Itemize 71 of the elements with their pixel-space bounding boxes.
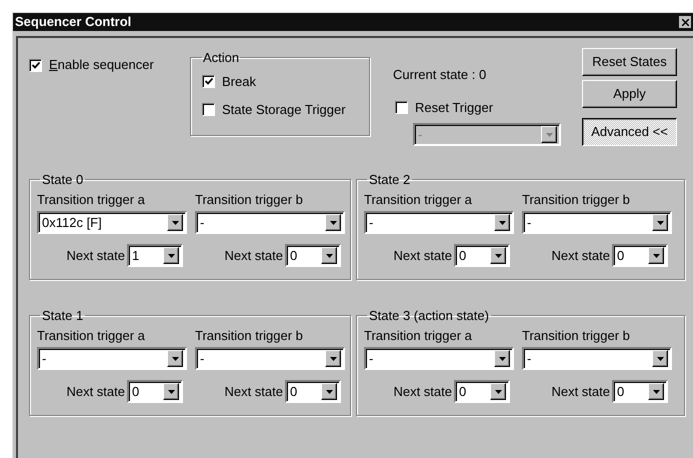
checkmark-icon	[32, 62, 40, 68]
dropdown[interactable]: -	[364, 211, 514, 234]
dropdown[interactable]: -	[195, 347, 345, 370]
dropdown[interactable]: -	[37, 347, 187, 370]
checkbox-label: Enable sequencer	[49, 56, 154, 74]
caret-icon	[167, 350, 183, 367]
checkbox[interactable]	[395, 100, 408, 114]
close-button[interactable]	[679, 16, 691, 28]
dropdown[interactable]: 0	[285, 380, 341, 403]
dropdown[interactable]: 0	[612, 244, 668, 267]
field-label: Transition trigger a	[364, 326, 473, 345]
field-label: Transition trigger a	[364, 190, 473, 209]
field-label: Transition trigger b	[195, 190, 304, 209]
caret-icon	[494, 214, 510, 231]
dropdown[interactable]: 0	[612, 380, 668, 403]
group-title: Action	[202, 49, 240, 67]
dialog-button[interactable]: Advanced <<	[582, 118, 677, 146]
close-icon	[682, 18, 688, 26]
checkbox[interactable]	[202, 74, 215, 88]
window-title: Sequencer Control	[15, 13, 132, 32]
checkbox[interactable]	[202, 103, 215, 116]
caret-icon	[494, 350, 510, 367]
dropdown[interactable]: 1	[127, 244, 183, 267]
dropdown[interactable]: 0	[454, 380, 510, 403]
field-label: Next state	[551, 382, 610, 401]
field-label: Next state	[393, 382, 452, 401]
caret-icon	[490, 247, 506, 264]
field-label: Transition trigger b	[195, 326, 304, 345]
checkbox-label: State Storage Trigger	[222, 101, 346, 119]
dropdown[interactable]: 0	[454, 244, 510, 267]
dropdown[interactable]: -	[195, 211, 345, 234]
caret-icon	[541, 126, 557, 143]
caret-icon	[163, 247, 179, 264]
caret-icon	[648, 247, 664, 264]
checkbox-label: Break	[222, 72, 256, 90]
field-label: Next state	[551, 246, 610, 265]
dialog-button[interactable]: Apply	[582, 80, 677, 108]
dialog-button[interactable]: Reset States	[582, 48, 677, 76]
checkbox[interactable]	[29, 58, 42, 72]
group-title: State 0	[41, 171, 84, 189]
field-label: Transition trigger a	[37, 190, 146, 209]
caret-icon	[652, 350, 668, 367]
caret-icon	[652, 214, 668, 231]
caret-icon	[167, 214, 183, 231]
group-title: State 1	[41, 307, 84, 325]
group-title: State 2	[368, 171, 412, 189]
field-label: Next state	[66, 246, 125, 265]
dropdown[interactable]: 0	[127, 380, 183, 403]
checkmark-icon	[204, 78, 212, 85]
dropdown[interactable]: 0x112c [F]	[37, 211, 187, 234]
field-label: Next state	[66, 382, 125, 401]
caret-icon	[648, 383, 664, 400]
caret-icon	[321, 247, 337, 264]
field-label: Next state	[224, 382, 283, 401]
caret-icon	[325, 214, 341, 231]
field-label: Transition trigger b	[522, 190, 631, 209]
field-label: Next state	[224, 246, 283, 265]
field-label: Transition trigger b	[522, 326, 631, 345]
caret-icon	[325, 350, 341, 367]
current-state-text: Current state : 0	[393, 66, 488, 84]
dropdown[interactable]: -	[522, 211, 672, 234]
checkbox-label: Reset Trigger	[415, 98, 494, 117]
dropdown[interactable]: -	[522, 347, 672, 370]
caret-icon	[321, 383, 337, 400]
group-title: State 3 (action state)	[368, 307, 490, 325]
dropdown[interactable]: -	[364, 347, 514, 370]
field-label: Transition trigger a	[37, 326, 146, 345]
dropdown[interactable]: 0	[285, 244, 341, 267]
caret-icon	[490, 383, 506, 400]
field-label: Next state	[393, 246, 452, 265]
caret-icon	[163, 383, 179, 400]
